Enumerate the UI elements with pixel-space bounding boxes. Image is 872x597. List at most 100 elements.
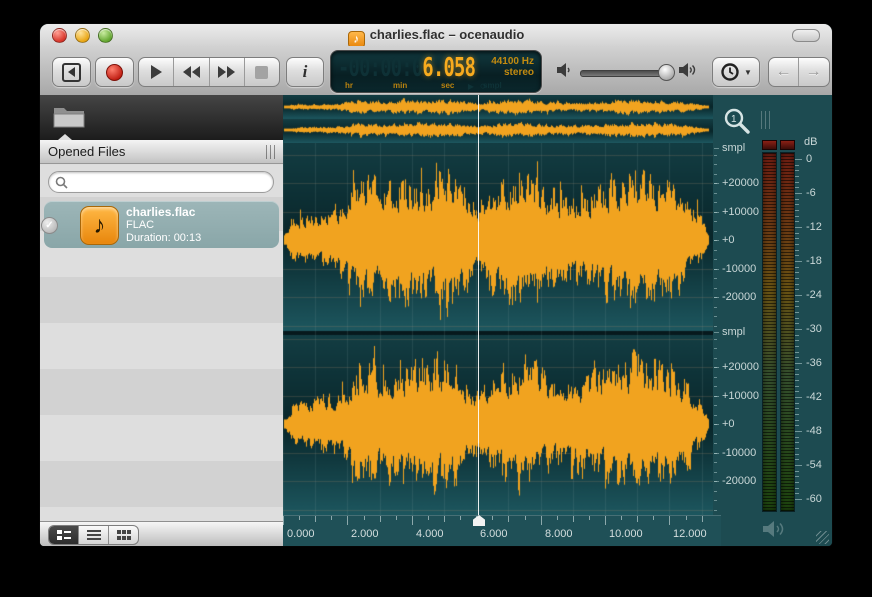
grid-icon <box>116 529 132 541</box>
zoom-tool-icon[interactable]: 1 <box>723 107 751 135</box>
amplitude-label: +10000 <box>722 390 759 402</box>
speaker-low-icon[interactable] <box>556 62 574 78</box>
clip-indicator-left[interactable] <box>762 140 777 150</box>
search-input[interactable] <box>48 171 274 193</box>
panel-grip-icon[interactable] <box>266 145 277 159</box>
folder-icon[interactable] <box>52 102 88 130</box>
amplitude-tick <box>714 326 717 327</box>
monitor-speaker-icon[interactable] <box>761 519 789 539</box>
overview-waveform-canvas[interactable] <box>283 95 713 143</box>
db-label: -36 <box>806 357 822 369</box>
unit-hr: hr <box>345 81 353 90</box>
db-tick <box>795 159 802 160</box>
ruler-tick <box>331 516 332 520</box>
ruler-label: 2.000 <box>351 528 379 540</box>
db-label: 0 <box>806 153 812 165</box>
view-mode-list[interactable] <box>79 526 109 544</box>
fast-forward-button[interactable] <box>210 58 245 86</box>
db-tick <box>795 267 799 268</box>
play-button[interactable] <box>139 58 174 86</box>
play-icon <box>151 65 162 79</box>
file-format: FLAC <box>126 219 201 232</box>
svg-text:1: 1 <box>731 114 737 125</box>
db-tick <box>795 170 799 171</box>
amplitude-tick <box>714 278 717 279</box>
db-tick <box>795 363 802 364</box>
speaker-high-icon[interactable] <box>678 62 700 78</box>
amplitude-tick <box>714 231 717 232</box>
db-label: -6 <box>806 187 816 199</box>
db-tick <box>795 454 799 455</box>
rewind-button[interactable] <box>174 58 209 86</box>
ruler-tick <box>315 516 316 522</box>
db-tick <box>795 204 799 205</box>
db-tick <box>795 187 799 188</box>
amplitude-tick <box>714 358 717 359</box>
db-tick <box>795 323 799 324</box>
fast-forward-icon <box>218 66 235 78</box>
ruler-tick <box>364 516 365 520</box>
amplitude-label: -20000 <box>722 291 756 303</box>
toolbar: i -00:00:06.058 hr min sec smpl 44100 Hz… <box>40 46 832 96</box>
ruler-label: 10.000 <box>609 528 643 540</box>
time-ruler[interactable]: 0.0002.0004.0006.0008.00010.00012.000 <box>283 515 721 546</box>
view-mode-detail-list[interactable] <box>49 526 79 544</box>
db-tick <box>795 233 799 234</box>
ruler-tick <box>653 516 654 520</box>
audio-file-icon: ♪ <box>80 206 119 245</box>
ruler-tick <box>525 516 526 520</box>
amplitude-tick <box>714 405 717 406</box>
resize-grip-icon[interactable] <box>816 531 829 544</box>
db-label: -48 <box>806 425 822 437</box>
go-to-start-button[interactable] <box>52 57 91 87</box>
db-tick <box>795 499 802 500</box>
db-tick <box>795 272 799 273</box>
file-list-item-selected[interactable]: ✓ ♪ charlies.flac FLAC Duration: 00:13 <box>44 201 279 248</box>
panel-grip-icon[interactable] <box>761 111 772 129</box>
db-tick <box>795 408 799 409</box>
ruler-tick <box>702 516 703 522</box>
ruler-tick <box>460 516 461 520</box>
forward-button[interactable]: → <box>799 58 828 86</box>
record-icon <box>106 64 123 81</box>
db-tick <box>795 493 799 494</box>
nav-group: ← → <box>768 57 830 87</box>
amplitude-tick <box>714 288 717 289</box>
toolbar-toggle-pill[interactable] <box>792 29 820 42</box>
unit-min: min <box>393 81 407 90</box>
db-label: -18 <box>806 255 822 267</box>
history-button[interactable]: ▼ <box>712 57 760 87</box>
db-label: -30 <box>806 323 822 335</box>
dropdown-arrow-icon: ▼ <box>744 68 752 77</box>
back-button[interactable]: ← <box>769 58 799 86</box>
ruler-tick <box>573 516 574 522</box>
db-tick <box>795 431 802 432</box>
amplitude-label: +10000 <box>722 206 759 218</box>
amplitude-label: +20000 <box>722 361 759 373</box>
db-label: -54 <box>806 459 822 471</box>
db-tick <box>795 459 799 460</box>
playhead-line[interactable] <box>478 95 479 515</box>
level-meter-left <box>762 152 777 512</box>
record-button[interactable] <box>95 57 134 87</box>
db-label: -60 <box>806 493 822 505</box>
titlebar: ♪charlies.flac – ocenaudio <box>40 24 832 46</box>
db-tick <box>795 216 799 217</box>
view-mode-grid[interactable] <box>109 526 138 544</box>
stop-button[interactable] <box>245 58 279 86</box>
db-tick <box>795 261 802 262</box>
db-tick <box>795 340 799 341</box>
ruler-tick <box>541 516 542 525</box>
db-tick <box>795 182 799 183</box>
file-meta: charlies.flac FLAC Duration: 00:13 <box>126 205 201 245</box>
waveform-canvas[interactable] <box>283 143 713 515</box>
volume-slider-knob[interactable] <box>658 64 675 81</box>
db-label: -42 <box>806 391 822 403</box>
amplitude-tick <box>714 472 717 473</box>
forward-icon: → <box>806 63 822 81</box>
detail-list-icon <box>56 529 72 541</box>
clip-indicator-right[interactable] <box>780 140 795 150</box>
amplitude-tick <box>714 415 717 416</box>
db-tick <box>795 403 799 404</box>
info-button[interactable]: i <box>286 57 324 87</box>
